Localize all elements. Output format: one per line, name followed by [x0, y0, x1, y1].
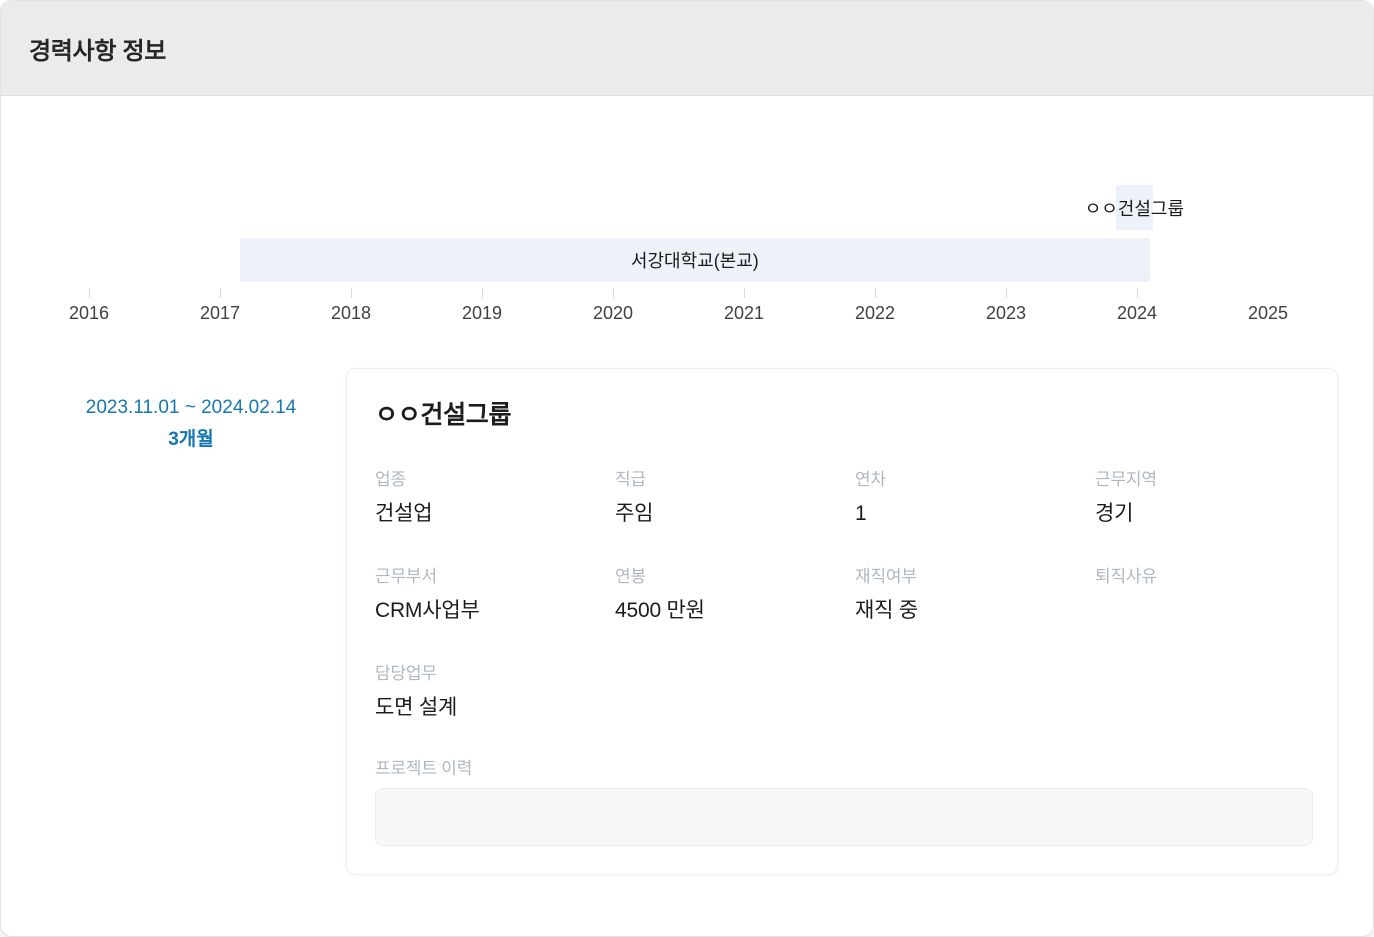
career-field: 근무부서 CRM사업부 — [375, 566, 615, 625]
axis-year-label: 2016 — [68, 303, 110, 323]
career-field-value — [1095, 597, 1335, 625]
axis-tick — [351, 288, 352, 298]
timeline-bar-label: 서강대학교(본교) — [630, 251, 759, 271]
axis-year-label: 2024 — [1116, 303, 1158, 323]
axis-tick — [89, 288, 90, 298]
career-field-label: 담당업무 — [375, 664, 437, 683]
axis-year-label: 2018 — [330, 303, 372, 323]
axis-tick — [744, 288, 745, 298]
career-field-grid: 업종 건설업 직급 주임 연차 1 근무지역 경기 근무부서 CRM사업부 연봉 4500 만원 재직여… — [375, 469, 1321, 722]
axis-tick — [1137, 288, 1138, 298]
career-info-panel: 경력사항 정보 2016 2017 2018 2019 2020 2021 2022 2023… — [0, 0, 1374, 937]
career-detail-card: ㅇㅇ건설그룹 업종 건설업 직급 주임 연차 1 근무지역 경기 근무부서 CRM사업부 연봉 450… — [346, 368, 1338, 875]
panel-title: 경력사항 정보 — [29, 37, 167, 65]
career-period-range: 2023.11.01 ~ 2024.02.14 — [85, 397, 297, 418]
career-field: 퇴직사유 — [1095, 566, 1335, 625]
career-field-label: 연차 — [855, 470, 886, 489]
career-field-label: 직급 — [615, 470, 646, 489]
career-field-value: 건설업 — [375, 502, 433, 525]
axis-tick — [875, 288, 876, 298]
career-field-label: 연봉 — [615, 567, 646, 586]
career-field-label: 재직여부 — [855, 567, 917, 586]
career-period: 2023.11.01 ~ 2024.02.14 3개월 — [41, 396, 341, 452]
axis-tick — [220, 288, 221, 298]
project-history-label: 프로젝트 이력 — [375, 759, 473, 778]
axis-year-label: 2022 — [854, 303, 896, 323]
career-field-value: CRM사업부 — [375, 599, 480, 622]
timeline-bar-label: ㅇㅇ건설그룹 — [1084, 198, 1185, 219]
axis-year-label: 2017 — [199, 303, 241, 323]
company-name: ㅇㅇ건설그룹 — [375, 401, 512, 429]
career-field: 연차 1 — [855, 469, 1095, 528]
career-field-value: 도면 설계 — [375, 696, 458, 719]
career-field-value: 재직 중 — [855, 599, 918, 622]
career-field-label: 근무지역 — [1095, 470, 1157, 489]
panel-content: 2016 2017 2018 2019 2020 2021 2022 2023 2024 2025… — [1, 96, 1373, 936]
axis-tick — [482, 288, 483, 298]
axis-year-label: 2025 — [1247, 303, 1289, 323]
career-field-value: 1 — [855, 502, 867, 525]
axis-year-label: 2019 — [461, 303, 503, 323]
axis-tick — [613, 288, 614, 298]
career-field: 재직여부재직 중 — [855, 566, 1095, 625]
career-field-value: 경기 — [1095, 502, 1134, 525]
career-field-label: 업종 — [375, 470, 406, 489]
axis-year-label: 2020 — [592, 303, 634, 323]
panel-header: 경력사항 정보 — [1, 1, 1373, 96]
career-field: 담당업무도면 설계 — [375, 663, 615, 722]
career-field: 직급주임 — [615, 469, 855, 528]
career-field-label: 퇴직사유 — [1095, 567, 1157, 586]
career-field: 업종건설업 — [375, 469, 615, 528]
career-field-value: 4500 만원 — [615, 599, 705, 622]
career-field: 연봉 4500 만원 — [615, 566, 855, 625]
career-field-label: 근무부서 — [375, 567, 437, 586]
axis-year-label: 2021 — [723, 303, 765, 323]
timeline-bar[interactable]: 서강대학교(본교) — [239, 238, 1151, 282]
career-field: 근무지역경기 — [1095, 469, 1335, 528]
project-history-input[interactable] — [375, 788, 1313, 846]
career-period-duration: 3개월 — [168, 429, 214, 450]
timeline-bar[interactable]: ㅇㅇ건설그룹 — [1085, 185, 1184, 230]
axis-year-label: 2023 — [985, 303, 1027, 323]
career-field-value: 주임 — [615, 502, 654, 525]
axis-tick — [1006, 288, 1007, 298]
